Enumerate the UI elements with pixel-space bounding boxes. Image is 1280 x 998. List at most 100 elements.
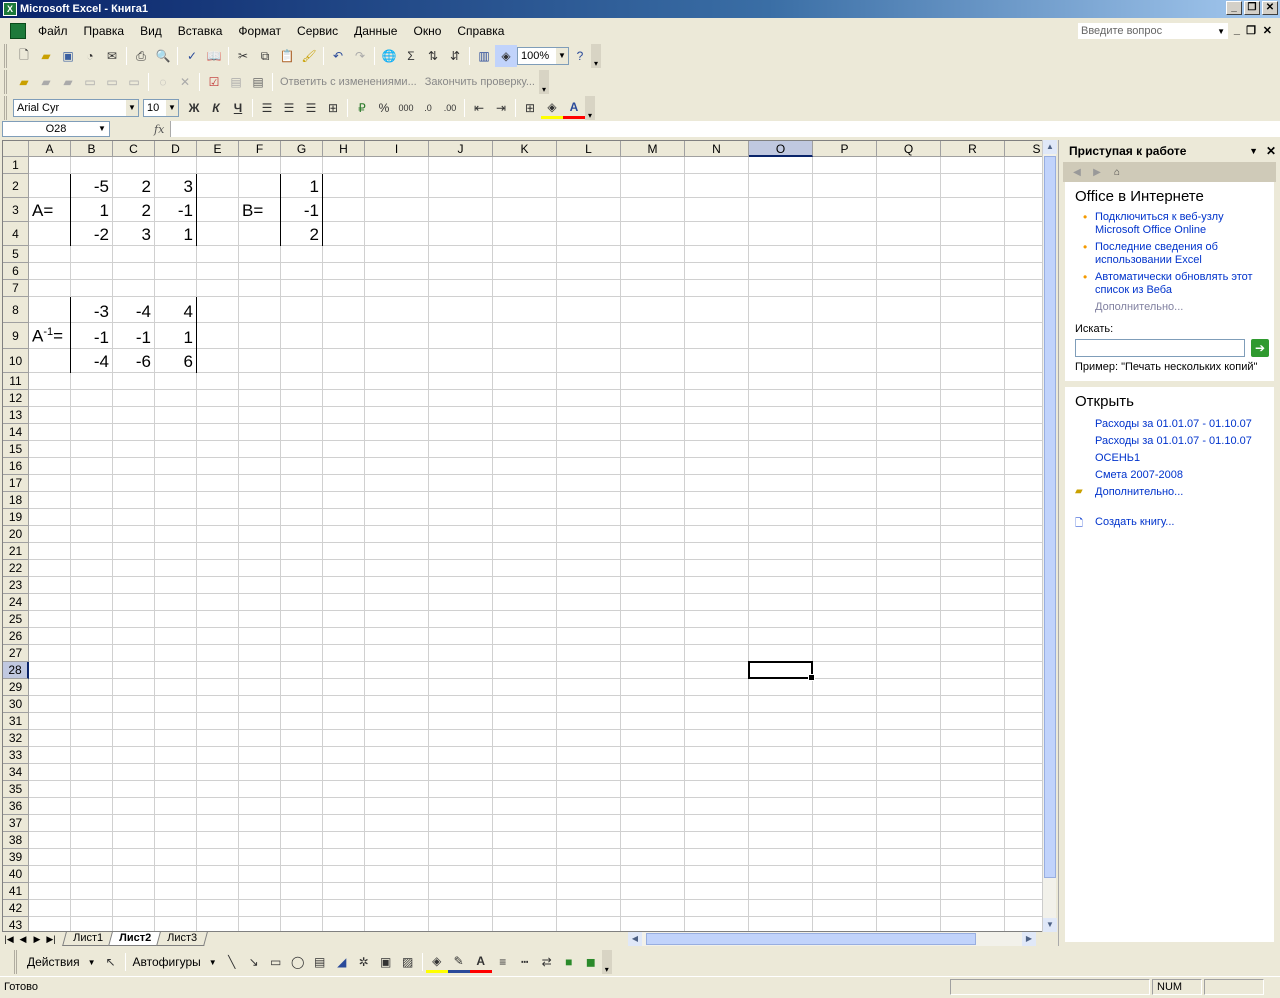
open-icon[interactable]: ▰ bbox=[35, 45, 57, 67]
oval-icon[interactable]: ◯ bbox=[287, 951, 309, 973]
line-icon[interactable]: ╲ bbox=[221, 951, 243, 973]
cell-b8[interactable]: -3 bbox=[71, 303, 109, 320]
recent-file[interactable]: Смета 2007-2008 bbox=[1095, 469, 1274, 481]
diagram-icon[interactable]: ✲ bbox=[353, 951, 375, 973]
column-header-k[interactable]: K bbox=[493, 141, 557, 157]
row-header-21[interactable]: 21 bbox=[3, 543, 29, 560]
row-header-12[interactable]: 12 bbox=[3, 390, 29, 407]
drawing-icon[interactable]: ◈ bbox=[495, 45, 517, 67]
font-name-box[interactable]: Arial Cyr ▼ bbox=[13, 99, 139, 117]
column-header-r[interactable]: R bbox=[941, 141, 1005, 157]
home-icon[interactable]: ⌂ bbox=[1109, 164, 1125, 180]
cell-b2[interactable]: -5 bbox=[71, 178, 109, 195]
print-icon[interactable]: ⎙ bbox=[130, 45, 152, 67]
shared-icon[interactable]: ▰ bbox=[35, 71, 57, 93]
formula-input[interactable] bbox=[170, 121, 1280, 137]
sort-ascending-icon[interactable]: ⇅ bbox=[422, 45, 444, 67]
permission-icon[interactable]: ◔ bbox=[79, 45, 101, 67]
arrow-icon[interactable]: ↘ bbox=[243, 951, 265, 973]
next-sheet-icon[interactable]: ▶ bbox=[30, 934, 44, 945]
menu-window[interactable]: Окно bbox=[405, 22, 449, 40]
menu-data[interactable]: Данные bbox=[346, 22, 405, 40]
row-header-16[interactable]: 16 bbox=[3, 458, 29, 475]
workbook-icon[interactable] bbox=[10, 23, 26, 39]
align-left-icon[interactable]: ☰ bbox=[256, 97, 278, 119]
chart-wizard-icon[interactable]: ▥ bbox=[473, 45, 495, 67]
folder-icon[interactable]: ▰ bbox=[13, 71, 35, 93]
prev-sheet-icon[interactable]: ◀ bbox=[16, 934, 30, 945]
online-link[interactable]: Подключиться к веб-узлу Microsoft Office… bbox=[1083, 211, 1268, 237]
row-header-35[interactable]: 35 bbox=[3, 781, 29, 798]
row-header-8[interactable]: 8 bbox=[3, 297, 29, 323]
menu-tools[interactable]: Сервис bbox=[289, 22, 346, 40]
cell-g4[interactable]: 2 bbox=[281, 226, 319, 243]
recent-file[interactable]: Расходы за 01.01.07 - 01.10.07 bbox=[1095, 418, 1274, 430]
first-sheet-icon[interactable]: |◀ bbox=[2, 934, 16, 945]
row-header-11[interactable]: 11 bbox=[3, 373, 29, 390]
column-header-c[interactable]: C bbox=[113, 141, 155, 157]
open-more-link[interactable]: ▰ Дополнительно... bbox=[1065, 486, 1274, 498]
compare-icon[interactable]: ▤ bbox=[225, 71, 247, 93]
worksheet-grid[interactable]: A B C D E F G H I J K L M N O P Q R S 1 2 3 4 5 6 7 8 9 10 11 12 13 14 15… bbox=[2, 140, 1056, 932]
column-header-i[interactable]: I bbox=[365, 141, 429, 157]
workbook-restore-button[interactable]: ❐ bbox=[1246, 24, 1256, 37]
sheet-tab-2[interactable]: Лист2 bbox=[108, 932, 163, 946]
3d-icon[interactable]: ◼ bbox=[580, 951, 602, 973]
redo-icon[interactable]: ↷ bbox=[349, 45, 371, 67]
column-header-f[interactable]: F bbox=[239, 141, 281, 157]
row-header-7[interactable]: 7 bbox=[3, 280, 29, 297]
last-sheet-icon[interactable]: ▶| bbox=[44, 934, 58, 945]
comment2-icon[interactable]: ▭ bbox=[101, 71, 123, 93]
format-painter-icon[interactable]: 🖌 bbox=[298, 45, 320, 67]
fill-color-icon[interactable]: ◈ bbox=[425, 951, 448, 973]
row-header-41[interactable]: 41 bbox=[3, 883, 29, 900]
sort-descending-icon[interactable]: ⇵ bbox=[444, 45, 466, 67]
row-header-40[interactable]: 40 bbox=[3, 866, 29, 883]
horizontal-scroll-thumb[interactable] bbox=[646, 933, 976, 945]
column-header-b[interactable]: B bbox=[71, 141, 113, 157]
column-header-g[interactable]: G bbox=[281, 141, 323, 157]
toolbar-options-icon[interactable]: ▾ bbox=[585, 96, 595, 120]
row-header-5[interactable]: 5 bbox=[3, 246, 29, 263]
sheet-tab-1[interactable]: Лист1 bbox=[62, 932, 114, 946]
new-icon[interactable]: 🗋 bbox=[13, 45, 35, 67]
picture-icon[interactable]: ▨ bbox=[397, 951, 419, 973]
font-size-box[interactable]: 10 ▼ bbox=[143, 99, 179, 117]
more-link[interactable]: Дополнительно... bbox=[1065, 301, 1274, 313]
chevron-down-icon[interactable]: ▼ bbox=[1217, 24, 1225, 39]
cell-d9[interactable]: 1 bbox=[155, 329, 193, 346]
row-header-42[interactable]: 42 bbox=[3, 900, 29, 917]
create-workbook-link[interactable]: 🗋 Создать книгу... bbox=[1065, 516, 1274, 529]
cell-b9[interactable]: -1 bbox=[71, 329, 109, 346]
cell-d10[interactable]: 6 bbox=[155, 353, 193, 370]
menu-view[interactable]: Вид bbox=[132, 22, 170, 40]
rectangle-icon[interactable]: ▭ bbox=[265, 951, 287, 973]
research-icon[interactable]: 📖 bbox=[203, 45, 225, 67]
menu-insert[interactable]: Вставка bbox=[170, 22, 231, 40]
column-header-d[interactable]: D bbox=[155, 141, 197, 157]
chevron-down-icon[interactable]: ▼ bbox=[126, 100, 138, 116]
dash-style-icon[interactable]: ┅ bbox=[514, 951, 536, 973]
row-header-38[interactable]: 38 bbox=[3, 832, 29, 849]
column-header-p[interactable]: P bbox=[813, 141, 877, 157]
merge-center-icon[interactable]: ⊞ bbox=[322, 97, 344, 119]
align-center-icon[interactable]: ☰ bbox=[278, 97, 300, 119]
cell-d4[interactable]: 1 bbox=[155, 226, 193, 243]
textbox-icon[interactable]: ▤ bbox=[309, 951, 331, 973]
cell-d3[interactable]: -1 bbox=[155, 202, 193, 219]
menu-format[interactable]: Формат bbox=[230, 22, 289, 40]
search-go-icon[interactable]: ➔ bbox=[1251, 339, 1269, 357]
row-header-43[interactable]: 43 bbox=[3, 917, 29, 931]
row-header-32[interactable]: 32 bbox=[3, 730, 29, 747]
row-header-27[interactable]: 27 bbox=[3, 645, 29, 662]
row-header-34[interactable]: 34 bbox=[3, 764, 29, 781]
ask-question-box[interactable]: Введите вопрос ▼ bbox=[1078, 23, 1228, 39]
row-header-29[interactable]: 29 bbox=[3, 679, 29, 696]
scroll-left-icon[interactable]: ◀ bbox=[628, 932, 642, 946]
print-preview-icon[interactable]: 🔍 bbox=[152, 45, 174, 67]
send-icon[interactable]: ▤ bbox=[247, 71, 269, 93]
help-icon[interactable]: ? bbox=[569, 45, 591, 67]
online-link[interactable]: Автоматически обновлять этот список из В… bbox=[1083, 271, 1268, 297]
autosum-icon[interactable]: Σ bbox=[400, 45, 422, 67]
align-right-icon[interactable]: ☰ bbox=[300, 97, 322, 119]
